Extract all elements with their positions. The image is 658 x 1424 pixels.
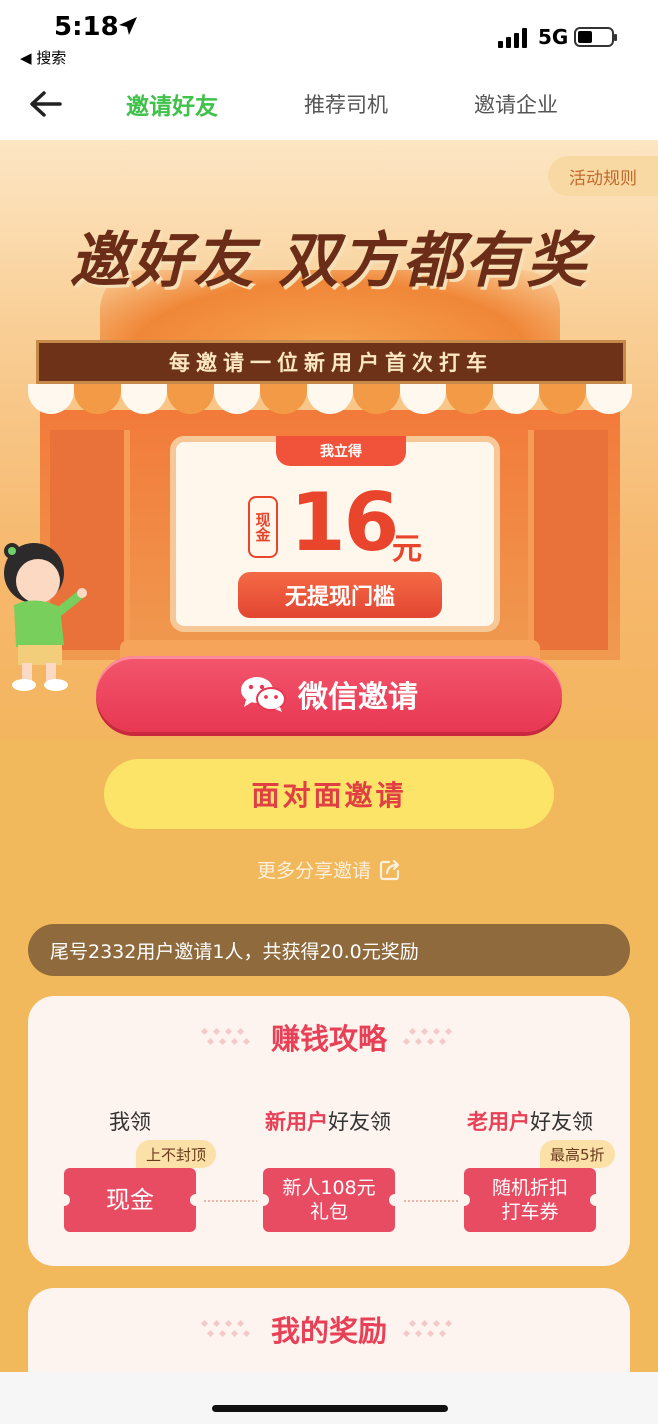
chip-no-cap: 上不封顶 — [136, 1140, 217, 1168]
ticket-discount-coupon: 随机折扣 打车券 — [458, 1168, 602, 1232]
hero-headline: 邀好友 双方都有奖 — [69, 226, 589, 296]
activity-rules-button[interactable]: 活动规则 — [548, 156, 658, 196]
network-type: 5G — [538, 25, 569, 49]
wechat-invite-label: 微信邀请 — [298, 680, 418, 715]
column-head-me: 我领 — [109, 1110, 151, 1134]
reward-card-tag: 我立得 — [276, 436, 406, 466]
reward-amount: 16 — [290, 476, 399, 569]
status-bar: 5:18 ◀ 搜索 5G — [0, 0, 658, 72]
no-withdraw-limit-badge: 无提现门槛 — [238, 572, 442, 618]
wechat-invite-button[interactable]: 微信邀请 — [96, 656, 562, 732]
strategy-title: 赚钱攻略 — [270, 1022, 387, 1056]
mascot-illustration — [4, 543, 87, 691]
column-head-new-user: 新用户好友领 — [265, 1110, 391, 1134]
back-arrow-icon[interactable] — [26, 84, 66, 124]
rewards-title: 我的奖励 — [270, 1314, 387, 1348]
chip-max-discount: 最高5折 — [540, 1140, 615, 1168]
more-share-label: 更多分享邀请 — [256, 860, 371, 882]
earning-strategy-card: 赚钱攻略 我领 现金 上不封顶 新用户好友领 新人108元 礼包 老用户好友领 … — [28, 996, 630, 1266]
reward-card: 我立得 现金 16 元 无提现门槛 — [170, 436, 500, 632]
invite-notice-bar: 尾号2332用户邀请1人，共获得20.0元奖励 — [28, 924, 630, 976]
reward-unit: 元 — [392, 532, 422, 567]
wechat-icon — [241, 677, 286, 712]
column-head-old-user: 老用户好友领 — [467, 1110, 593, 1134]
connector-2 — [404, 1200, 462, 1202]
hero-banner: 活动规则 邀好友 双方都有奖 每邀请一位新用户首次打车 我立得 现金 16 元 … — [0, 140, 658, 740]
ticket-cash: 现金 — [58, 1168, 202, 1232]
home-indicator[interactable] — [212, 1405, 448, 1412]
top-nav: 邀请好友 推荐司机 邀请企业 — [0, 72, 658, 140]
ticket-new-user-gift: 新人108元 礼包 — [257, 1168, 401, 1232]
bottom-safe-area — [0, 1372, 658, 1424]
battery-icon — [574, 27, 617, 47]
status-time: 5:18 — [54, 12, 119, 42]
more-share-link[interactable]: 更多分享邀请 — [0, 856, 658, 883]
face-to-face-invite-button[interactable]: 面对面邀请 — [104, 759, 554, 829]
cash-label: 现金 — [248, 496, 278, 558]
back-to-app-link[interactable]: ◀ 搜索 — [20, 47, 66, 68]
shelf-right — [528, 430, 608, 650]
tab-invite-enterprise[interactable]: 邀请企业 — [474, 89, 558, 119]
connector-1 — [204, 1200, 262, 1202]
share-icon — [379, 859, 400, 880]
location-arrow-icon — [119, 17, 137, 35]
tab-recommend-driver[interactable]: 推荐司机 — [304, 89, 388, 119]
tab-invite-friends[interactable]: 邀请好友 — [126, 87, 218, 121]
signal-icon — [498, 28, 527, 48]
invite-condition-banner: 每邀请一位新用户首次打车 — [36, 340, 626, 384]
awning-decoration — [28, 384, 633, 414]
